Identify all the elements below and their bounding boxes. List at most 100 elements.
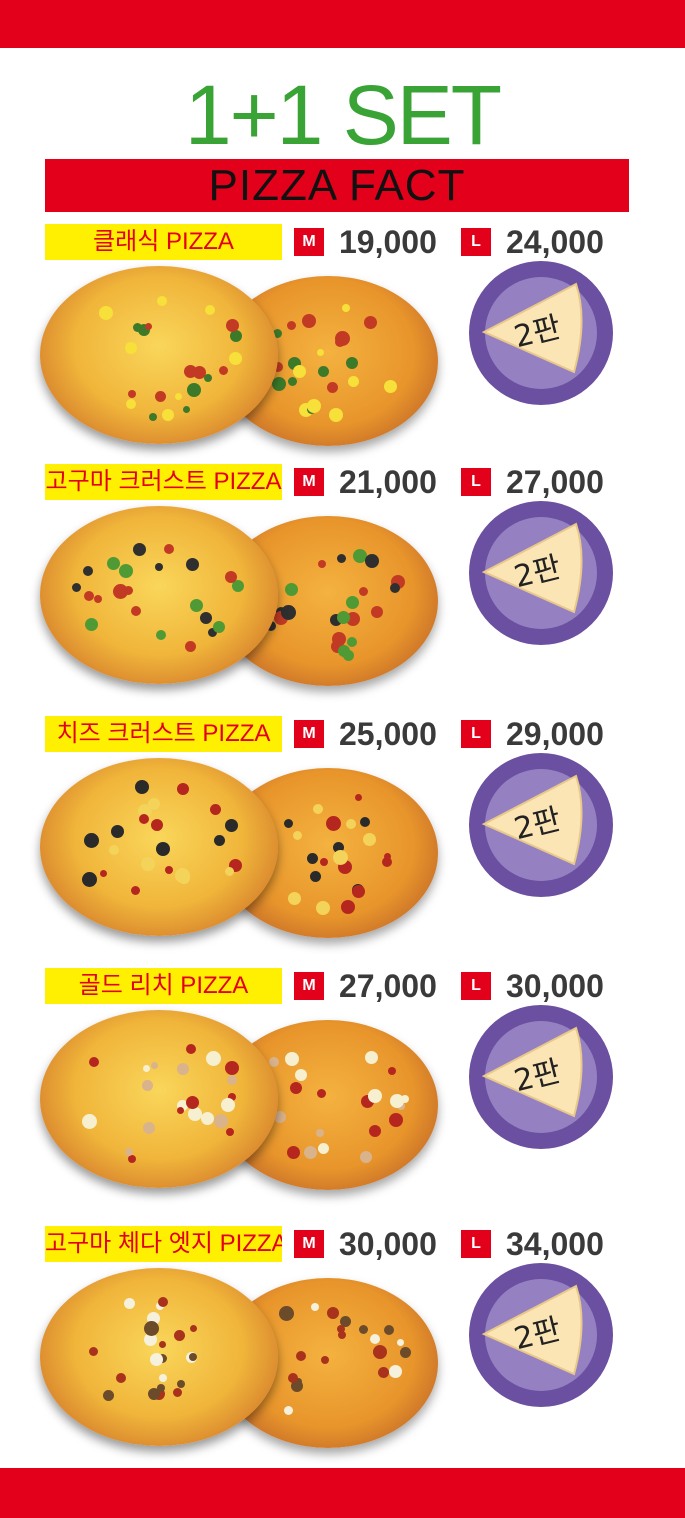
pizza-topping — [292, 831, 302, 841]
price-large: 34,000 — [506, 1226, 604, 1262]
pizza-topping — [396, 1338, 404, 1346]
pizza-topping — [389, 1094, 404, 1109]
pizza-topping — [399, 1347, 411, 1359]
pizza-topping — [164, 866, 173, 875]
pizza-topping — [303, 1146, 317, 1160]
pizza-topping — [182, 406, 190, 414]
pizza-topping — [287, 891, 301, 905]
pizza-topping — [388, 1112, 403, 1127]
pizza-front — [40, 1268, 278, 1446]
pizza-topping — [336, 553, 346, 563]
pizza-topping — [131, 606, 142, 617]
top-red-band — [0, 0, 685, 48]
pizza-topping — [316, 1089, 326, 1099]
pizza-topping — [382, 857, 393, 868]
pizza-topping — [373, 1344, 388, 1359]
pizza-topping — [192, 365, 206, 379]
menu-item[interactable]: 클래식 PIZZA M 19,000 L 24,000 2판 — [0, 224, 685, 469]
pizza-topping — [229, 352, 243, 366]
price-medium: 30,000 — [339, 1226, 437, 1262]
size-m-badge: M — [294, 1230, 324, 1258]
menu-item[interactable]: 골드 리치 PIZZA M 27,000 L 30,000 2판 — [0, 968, 685, 1213]
pizza-topping — [84, 833, 100, 849]
pizza-front — [40, 758, 278, 936]
pizza-topping — [164, 543, 175, 554]
pizza-topping — [287, 376, 297, 386]
pizza-topping — [138, 813, 149, 824]
pizza-topping — [172, 1388, 182, 1398]
pizza-topping — [307, 852, 319, 864]
price-medium: 19,000 — [339, 224, 437, 260]
pizza-topping — [279, 1305, 295, 1321]
menu-item[interactable]: 고구마 체다 엣지 PIZZA M 30,000 L 34,000 2판 — [0, 1226, 685, 1471]
pizza-topping — [284, 582, 298, 596]
pizza-topping — [151, 1062, 159, 1070]
pizza-topping — [383, 380, 397, 394]
pizza-front — [40, 266, 278, 444]
pizza-topping — [320, 858, 329, 867]
pizza-topping — [283, 1406, 293, 1416]
pizza-topping — [283, 818, 293, 828]
pizza-topping — [359, 587, 369, 597]
pizza-topping — [383, 1325, 394, 1336]
pizza-topping — [292, 364, 306, 378]
price-large: 24,000 — [506, 224, 604, 260]
pizza-topping — [81, 871, 97, 887]
pizza-topping — [186, 1043, 197, 1054]
pizza-image — [40, 1010, 450, 1200]
pizza-topping — [226, 318, 240, 332]
size-l-badge: L — [461, 720, 491, 748]
pizza-topping — [364, 554, 379, 568]
pizza-topping — [220, 1098, 235, 1113]
pizza-topping — [102, 1389, 114, 1401]
price-large: 29,000 — [506, 716, 604, 752]
pizza-topping — [368, 1088, 382, 1103]
pizza-topping — [316, 901, 331, 916]
two-pizza-badge: 2판 — [469, 753, 613, 897]
pizza-topping — [130, 886, 140, 896]
pizza-topping — [224, 866, 234, 876]
pizza-topping — [85, 618, 99, 632]
pizza-topping — [125, 399, 136, 410]
price-large: 27,000 — [506, 464, 604, 500]
menu-item-name: 고구마 크러스트 PIZZA — [45, 464, 282, 500]
pizza-topping — [365, 1051, 379, 1064]
two-pizza-badge: 2판 — [469, 501, 613, 645]
menu-item-name: 골드 리치 PIZZA — [45, 968, 282, 1004]
pizza-topping — [189, 1324, 197, 1332]
pizza-topping — [186, 558, 200, 572]
menu-item[interactable]: 치즈 크러스트 PIZZA M 25,000 L 29,000 2판 — [0, 716, 685, 961]
size-m-badge: M — [294, 720, 324, 748]
pizza-topping — [328, 408, 343, 423]
page-title: 1+1 SET — [184, 68, 502, 162]
pizza-front — [40, 1010, 278, 1188]
price-medium: 21,000 — [339, 464, 437, 500]
pizza-topping — [110, 824, 124, 838]
pizza-topping — [156, 295, 167, 306]
pizza-topping — [352, 884, 366, 898]
pizza-topping — [296, 1351, 307, 1362]
pizza-topping — [200, 1111, 214, 1125]
pizza-topping — [346, 819, 357, 830]
pizza-topping — [158, 1374, 167, 1383]
pizza-topping — [327, 381, 339, 393]
menu-item[interactable]: 고구마 크러스트 PIZZA M 21,000 L 27,000 2판 — [0, 464, 685, 709]
pizza-topping — [312, 804, 323, 815]
pizza-topping — [176, 1062, 189, 1075]
pizza-topping — [128, 390, 137, 399]
pizza-topping — [174, 392, 182, 400]
pizza-topping — [271, 376, 286, 391]
pizza-topping — [155, 630, 166, 641]
size-l-badge: L — [461, 1230, 491, 1258]
pizza-topping — [287, 1373, 298, 1384]
pizza-topping — [336, 1324, 345, 1333]
pizza-topping — [82, 566, 93, 577]
pizza-topping — [148, 412, 157, 421]
pizza-image — [40, 266, 450, 456]
pizza-topping — [184, 641, 196, 653]
pizza-topping — [342, 303, 351, 312]
pizza-topping — [142, 1064, 150, 1072]
pizza-topping — [346, 356, 359, 369]
pizza-topping — [377, 1367, 389, 1379]
pizza-topping — [135, 780, 150, 795]
